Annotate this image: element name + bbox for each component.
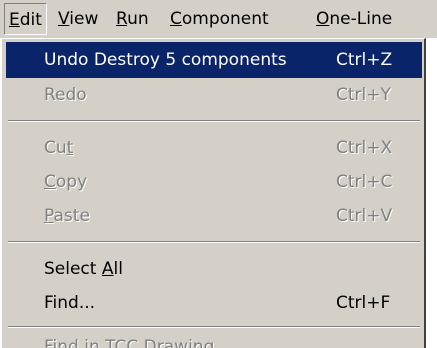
- menu-run[interactable]: Run: [116, 3, 149, 35]
- menu-edit-label: dit: [19, 10, 42, 30]
- paste-mnemonic: P: [44, 206, 54, 226]
- menu-separator: [8, 120, 420, 122]
- paste-text: aste: [53, 206, 90, 226]
- menu-item-find-label: Find...: [44, 285, 95, 321]
- cut-mnemonic: t: [66, 138, 74, 158]
- find-tcc-text: ind in TCC Drawing...: [52, 337, 231, 348]
- menu-view-label: iew: [69, 9, 99, 29]
- menu-one-line[interactable]: One-Line: [316, 3, 392, 35]
- menu-item-undo-label: Undo Destroy 5 components: [44, 42, 287, 78]
- menu-edit-mnemonic: E: [9, 10, 20, 30]
- menu-item-undo-shortcut: Ctrl+Z: [336, 50, 393, 70]
- undo-text: Undo Destroy 5 components: [44, 50, 287, 70]
- menu-item-redo[interactable]: Redo Ctrl+Y: [6, 77, 422, 113]
- menu-component[interactable]: Component: [170, 3, 269, 35]
- edit-dropdown-menu: Undo Destroy 5 components Ctrl+Z Redo Ct…: [0, 38, 426, 348]
- menu-item-select-all-label: Select All: [44, 251, 123, 287]
- menu-item-copy-label: Copy: [44, 164, 87, 200]
- menu-edit[interactable]: Edit: [4, 3, 47, 35]
- copy-mnemonic: C: [44, 172, 56, 192]
- select-all-text-post: ll: [113, 259, 123, 279]
- menu-item-redo-shortcut: Ctrl+Y: [336, 85, 391, 105]
- menu-item-copy[interactable]: Copy Ctrl+C: [6, 164, 422, 200]
- menu-bar: Edit View Run Component One-Line: [0, 0, 437, 38]
- menu-item-find-in-tcc-drawing-label: Find in TCC Drawing...: [44, 329, 231, 348]
- menu-item-paste[interactable]: Paste Ctrl+V: [6, 198, 422, 234]
- menu-item-paste-shortcut: Ctrl+V: [336, 206, 393, 226]
- menu-separator: [8, 241, 420, 243]
- menu-item-find[interactable]: Find... Ctrl+F: [6, 285, 422, 321]
- menu-item-cut-label: Cut: [44, 130, 73, 166]
- menu-item-copy-shortcut: Ctrl+C: [336, 172, 393, 192]
- menu-view-mnemonic: V: [58, 9, 70, 29]
- menu-item-select-all[interactable]: Select All: [6, 251, 422, 287]
- menu-separator: [8, 326, 420, 328]
- select-all-mnemonic: A: [101, 259, 114, 279]
- redo-text: Redo: [44, 85, 87, 105]
- menu-item-cut-shortcut: Ctrl+X: [336, 138, 393, 158]
- menu-item-find-shortcut: Ctrl+F: [336, 293, 391, 313]
- find-tcc-mnemonic: F: [44, 337, 53, 348]
- select-all-text: Select: [44, 259, 102, 279]
- menu-one-line-mnemonic: O: [316, 9, 330, 29]
- menu-component-label: omponent: [181, 9, 269, 29]
- menu-run-mnemonic: R: [116, 9, 128, 29]
- copy-text: opy: [55, 172, 88, 192]
- app-root: Edit View Run Component One-Line Undo De…: [0, 0, 437, 348]
- menu-item-find-in-tcc-drawing[interactable]: Find in TCC Drawing...: [6, 329, 422, 348]
- find-text: Find...: [44, 293, 96, 313]
- menu-item-paste-label: Paste: [44, 198, 90, 234]
- cut-text: Cu: [44, 138, 67, 158]
- menu-item-cut[interactable]: Cut Ctrl+X: [6, 130, 422, 166]
- menu-run-label: un: [127, 9, 149, 29]
- menu-item-undo[interactable]: Undo Destroy 5 components Ctrl+Z: [6, 42, 422, 78]
- menu-view[interactable]: View: [58, 3, 98, 35]
- menu-item-redo-label: Redo: [44, 77, 87, 113]
- menu-one-line-label: ne-Line: [329, 9, 393, 29]
- menu-component-mnemonic: C: [170, 9, 182, 29]
